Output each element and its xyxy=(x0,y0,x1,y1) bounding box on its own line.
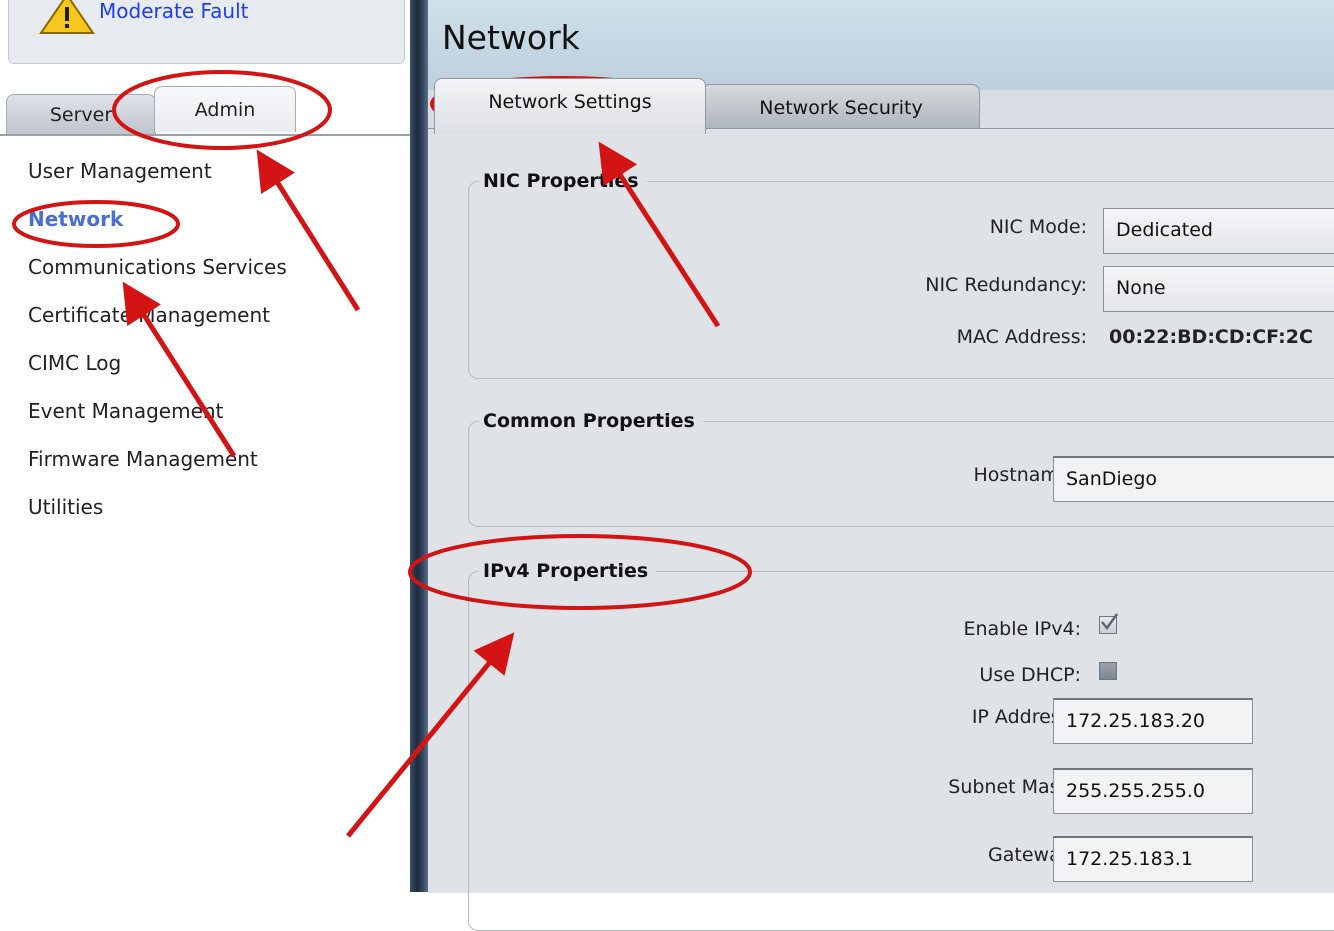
warning-icon xyxy=(39,0,95,34)
ip-address-input[interactable]: 172.25.183.20 xyxy=(1053,698,1253,744)
tab-server[interactable]: Server xyxy=(6,94,156,134)
network-settings-panel: NIC Properties NIC Mode: Dedicated NIC R… xyxy=(428,128,1334,931)
page-title: Network xyxy=(442,18,580,57)
use-dhcp-row: Use DHCP: xyxy=(469,656,1334,700)
admin-nav-list: User Management Network Communications S… xyxy=(28,156,287,540)
nic-properties-legend: NIC Properties xyxy=(479,166,647,196)
subnet-mask-input[interactable]: 255.255.255.0 xyxy=(1053,768,1253,814)
nic-redundancy-select[interactable]: None xyxy=(1103,266,1334,312)
left-pane: Moderate Fault Server Admin User Managem… xyxy=(0,0,410,892)
nic-redundancy-label: NIC Redundancy: xyxy=(925,274,1087,296)
ip-address-row: IP Address: 172.25.183.20 xyxy=(469,698,1334,744)
gateway-row: Gateway: 172.25.183.1 xyxy=(469,836,1334,882)
common-properties-legend: Common Properties xyxy=(479,406,703,436)
nav-item-utilities[interactable]: Utilities xyxy=(28,492,287,540)
fault-link[interactable]: Moderate Fault xyxy=(99,0,248,23)
tab-network-security[interactable]: Network Security xyxy=(702,84,980,130)
mac-address-row: MAC Address: 00:22:BD:CD:CF:2C xyxy=(469,318,1334,362)
nav-item-cimc-log[interactable]: CIMC Log xyxy=(28,348,287,396)
hostname-row: Hostname: SanDiego xyxy=(469,456,1334,502)
fault-status-box: Moderate Fault xyxy=(8,0,405,64)
page-header: Network xyxy=(428,0,1334,90)
tab-admin[interactable]: Admin xyxy=(154,86,296,132)
nav-item-certificate-management[interactable]: Certificate Management xyxy=(28,300,287,348)
left-tab-strip: Server Admin xyxy=(0,86,410,136)
hostname-input[interactable]: SanDiego xyxy=(1053,456,1334,502)
nav-item-event-management[interactable]: Event Management xyxy=(28,396,287,444)
use-dhcp-checkbox[interactable] xyxy=(1099,662,1117,680)
mac-address-label: MAC Address: xyxy=(956,326,1087,348)
nic-mode-row: NIC Mode: Dedicated xyxy=(469,208,1334,254)
enable-ipv4-label: Enable IPv4: xyxy=(963,618,1081,640)
nav-item-user-management[interactable]: User Management xyxy=(28,156,287,204)
enable-ipv4-checkbox[interactable] xyxy=(1099,613,1119,634)
nic-redundancy-row: NIC Redundancy: None xyxy=(469,266,1334,312)
nav-item-network[interactable]: Network xyxy=(28,204,287,252)
nav-item-firmware-management[interactable]: Firmware Management xyxy=(28,444,287,492)
use-dhcp-label: Use DHCP: xyxy=(979,664,1081,686)
pane-splitter[interactable] xyxy=(410,0,428,892)
ipv4-properties-group: IPv4 Properties Enable IPv4: Use DHCP: I… xyxy=(468,556,1334,931)
checkmark-icon xyxy=(1101,613,1119,631)
gateway-input[interactable]: 172.25.183.1 xyxy=(1053,836,1253,882)
nic-properties-group: NIC Properties NIC Mode: Dedicated NIC R… xyxy=(468,166,1334,379)
nic-mode-select[interactable]: Dedicated xyxy=(1103,208,1334,254)
subnet-mask-row: Subnet Mask: 255.255.255.0 xyxy=(469,768,1334,814)
right-pane: Network Network Settings Network Securit… xyxy=(428,0,1334,931)
ipv4-properties-legend: IPv4 Properties xyxy=(479,556,657,586)
common-properties-group: Common Properties Hostname: SanDiego xyxy=(468,406,1334,527)
nav-item-communications-services[interactable]: Communications Services xyxy=(28,252,287,300)
enable-ipv4-row: Enable IPv4: xyxy=(469,610,1334,654)
mac-address-value: 00:22:BD:CD:CF:2C xyxy=(1109,326,1313,348)
nic-mode-label: NIC Mode: xyxy=(989,216,1087,238)
tab-network-settings[interactable]: Network Settings xyxy=(434,78,706,134)
